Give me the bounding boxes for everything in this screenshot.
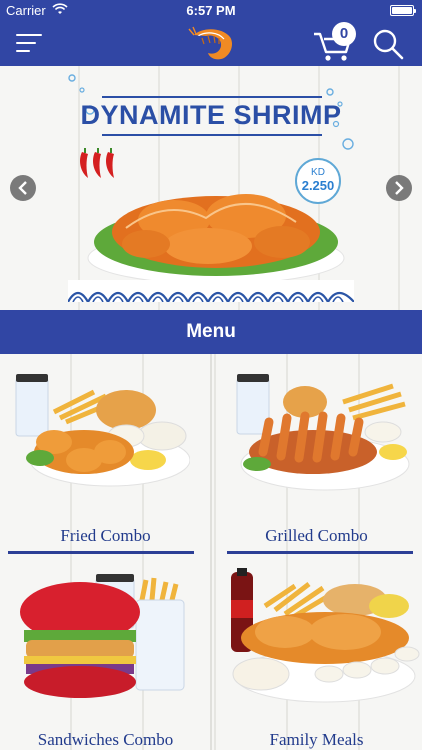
title-rule-top [102, 96, 322, 98]
menu-icon-line [16, 42, 36, 44]
menu-item-sandwiches-combo[interactable]: Sandwiches Combo [0, 554, 211, 750]
promo-banner[interactable]: DYNAMITE SHRIMP KD 2.250 [0, 66, 422, 310]
menu-item-label: Sandwiches Combo [37, 730, 174, 749]
cart-count-badge: 0 [332, 22, 356, 46]
menu-header: Menu [0, 310, 422, 354]
menu-item-fried-combo[interactable]: Fried Combo [0, 354, 211, 554]
menu-item-label: Grilled Combo [265, 526, 368, 545]
chevron-left-icon [18, 181, 27, 195]
banner-title: DYNAMITE SHRIMP [80, 100, 342, 130]
shrimp-logo[interactable] [188, 25, 236, 63]
top-bar: Carrier 6:57 PM 0 [0, 0, 422, 66]
menu-item-label: Family Meals [269, 730, 364, 749]
menu-item-grilled-combo[interactable]: Grilled Combo [211, 354, 422, 554]
nav-bar: 0 [0, 22, 422, 66]
grilled-combo-image [236, 374, 410, 491]
banner-prev-button[interactable] [10, 175, 36, 201]
banner-next-button[interactable] [386, 175, 412, 201]
title-rule-bottom [102, 134, 322, 136]
menu-button[interactable] [16, 30, 46, 56]
menu-icon [16, 34, 42, 36]
price-value: 2.250 [301, 178, 335, 193]
wave-pattern-decoration [68, 280, 354, 302]
status-bar: Carrier 6:57 PM [0, 0, 422, 22]
search-icon[interactable] [372, 28, 404, 60]
price-currency: KD [311, 167, 325, 178]
fried-combo-image [15, 374, 190, 487]
chevron-right-icon [395, 181, 404, 195]
menu-item-label: Fried Combo [60, 526, 151, 545]
price-badge: KD 2.250 [295, 158, 341, 204]
sandwiches-combo-image [20, 574, 185, 698]
family-meals-image [231, 568, 420, 703]
menu-item-family-meals[interactable]: Family Meals [211, 554, 422, 750]
status-time: 6:57 PM [186, 3, 236, 18]
battery-icon [390, 5, 416, 16]
menu-icon-line [16, 50, 30, 52]
